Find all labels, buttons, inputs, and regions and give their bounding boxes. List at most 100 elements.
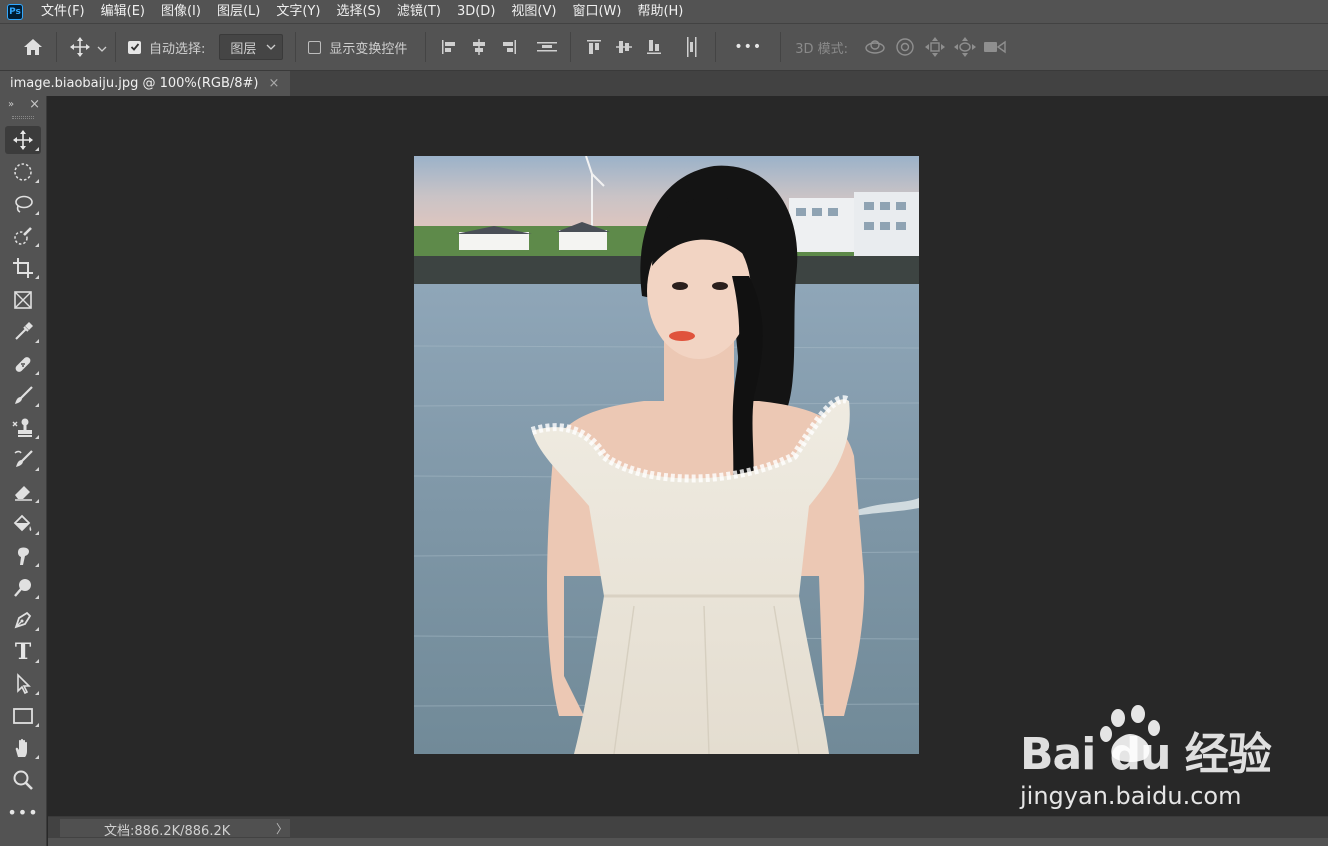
- document-size-readout: 文档:886.2K/886.2K: [104, 824, 231, 839]
- move-icon[interactable]: [65, 32, 95, 62]
- rectangle-tool[interactable]: [5, 702, 41, 730]
- healing-brush-tool[interactable]: [5, 350, 41, 378]
- elliptical-marquee-icon: [14, 163, 32, 181]
- history-brush-icon: [14, 450, 33, 467]
- brush-icon: [15, 386, 33, 404]
- orbit-3d-icon[interactable]: [860, 32, 890, 62]
- separator: [570, 32, 572, 62]
- lasso-icon: [15, 195, 33, 213]
- path-selection-tool[interactable]: [5, 670, 41, 698]
- photoshop-logo-icon[interactable]: Ps: [7, 3, 23, 20]
- menu-type[interactable]: 文字(Y): [268, 0, 328, 23]
- close-panel-icon[interactable]: ×: [29, 97, 40, 112]
- quick-selection-tool[interactable]: [5, 222, 41, 250]
- tool-preset-chevron-down-icon[interactable]: [97, 38, 107, 57]
- auto-select-label: 自动选择:: [149, 41, 206, 57]
- options-bar: 自动选择: 图层 显示变换控件 ••• 3D 模式:: [0, 23, 1328, 71]
- dodge-icon: [14, 579, 31, 597]
- type-icon: T: [14, 639, 32, 665]
- close-tab-icon[interactable]: ×: [268, 76, 279, 91]
- menu-bar: Ps 文件(F) 编辑(E) 图像(I) 图层(L) 文字(Y) 选择(S) 滤…: [0, 0, 1328, 23]
- watermark-brand-text: Bai du 经验: [1020, 729, 1272, 780]
- move-tool[interactable]: [5, 126, 41, 154]
- menu-file[interactable]: 文件(F): [33, 0, 93, 23]
- lasso-tool[interactable]: [5, 190, 41, 218]
- menu-filter[interactable]: 滤镜(T): [389, 0, 449, 23]
- align-left-icon[interactable]: [434, 32, 464, 62]
- panel-grip-handle[interactable]: [0, 112, 46, 122]
- align-right-icon[interactable]: [494, 32, 524, 62]
- align-bottom-icon[interactable]: [639, 32, 669, 62]
- align-middle-v-icon[interactable]: [609, 32, 639, 62]
- menu-layer[interactable]: 图层(L): [209, 0, 268, 23]
- auto-select-checkbox[interactable]: [128, 40, 141, 54]
- bottom-scroll-strip: [48, 838, 1328, 846]
- menu-help[interactable]: 帮助(H): [629, 0, 691, 23]
- eyedropper-tool[interactable]: [5, 318, 41, 346]
- watermark-url-text: jingyan.baidu.com: [1020, 782, 1242, 810]
- pen-icon: [14, 611, 32, 629]
- paint-bucket-icon: [13, 514, 32, 532]
- eraser-tool[interactable]: [5, 478, 41, 506]
- history-brush-tool[interactable]: [5, 446, 41, 474]
- tools-panel-header: » ×: [0, 96, 46, 112]
- frame-tool[interactable]: [5, 286, 41, 314]
- menu-edit[interactable]: 编辑(E): [93, 0, 153, 23]
- photo-image: [414, 156, 919, 754]
- home-icon[interactable]: [18, 32, 48, 62]
- distribute-v-icon[interactable]: [677, 32, 707, 62]
- move-icon: [13, 130, 33, 150]
- align-center-h-icon[interactable]: [464, 32, 494, 62]
- menu-3d[interactable]: 3D(D): [449, 0, 503, 23]
- separator: [425, 32, 427, 62]
- separator: [115, 32, 116, 62]
- menu-view[interactable]: 视图(V): [503, 0, 564, 23]
- distribute-h-icon[interactable]: [532, 32, 562, 62]
- zoom-3d-camera-icon[interactable]: [980, 32, 1010, 62]
- pen-tool[interactable]: [5, 606, 41, 634]
- crop-icon: [13, 258, 33, 278]
- frame-icon: [14, 291, 32, 309]
- pan-3d-icon[interactable]: [920, 32, 950, 62]
- marquee-tool[interactable]: [5, 158, 41, 186]
- menu-select[interactable]: 选择(S): [328, 0, 388, 23]
- document-tab[interactable]: image.biaobaiju.jpg @ 100%(RGB/8#) ×: [0, 71, 290, 96]
- roll-3d-icon[interactable]: [890, 32, 920, 62]
- slide-3d-icon[interactable]: [950, 32, 980, 62]
- clone-stamp-tool[interactable]: [5, 414, 41, 442]
- auto-select-target-dropdown[interactable]: 图层: [219, 34, 284, 60]
- separator: [56, 32, 57, 62]
- eyedropper-icon: [15, 322, 33, 340]
- document-photo[interactable]: [414, 156, 919, 754]
- zoom-tool[interactable]: [5, 766, 41, 794]
- smudge-icon: [17, 547, 29, 565]
- more-options-button[interactable]: •••: [734, 39, 762, 55]
- show-transform-controls-checkbox[interactable]: [308, 40, 322, 54]
- hand-tool[interactable]: [5, 734, 41, 762]
- smudge-tool[interactable]: [5, 542, 41, 570]
- status-menu-arrow-icon[interactable]: 〉: [276, 820, 288, 837]
- stamp-icon: [12, 418, 32, 437]
- cursor-arrow-icon: [17, 673, 31, 695]
- quick-selection-icon: [14, 227, 32, 245]
- paint-bucket-tool[interactable]: [5, 510, 41, 538]
- bandage-icon: [15, 357, 31, 372]
- photoshop-window: Ps 文件(F) 编辑(E) 图像(I) 图层(L) 文字(Y) 选择(S) 滤…: [0, 0, 1328, 846]
- more-tools-button[interactable]: •••: [5, 798, 41, 826]
- collapse-panel-icon[interactable]: »: [8, 99, 14, 110]
- hand-icon: [15, 738, 27, 757]
- type-tool[interactable]: T: [5, 638, 41, 666]
- dodge-tool[interactable]: [5, 574, 41, 602]
- menu-window[interactable]: 窗口(W): [564, 0, 629, 23]
- separator: [780, 32, 782, 62]
- rectangle-icon: [13, 708, 33, 724]
- chevron-down-icon: [266, 44, 276, 50]
- menu-image[interactable]: 图像(I): [153, 0, 209, 23]
- separator: [295, 32, 297, 62]
- align-top-icon[interactable]: [579, 32, 609, 62]
- auto-select-target-value: 图层: [230, 41, 257, 57]
- crop-tool[interactable]: [5, 254, 41, 282]
- 3d-mode-label: 3D 模式:: [795, 41, 848, 57]
- tools-panel: » × T •••: [0, 96, 47, 846]
- brush-tool[interactable]: [5, 382, 41, 410]
